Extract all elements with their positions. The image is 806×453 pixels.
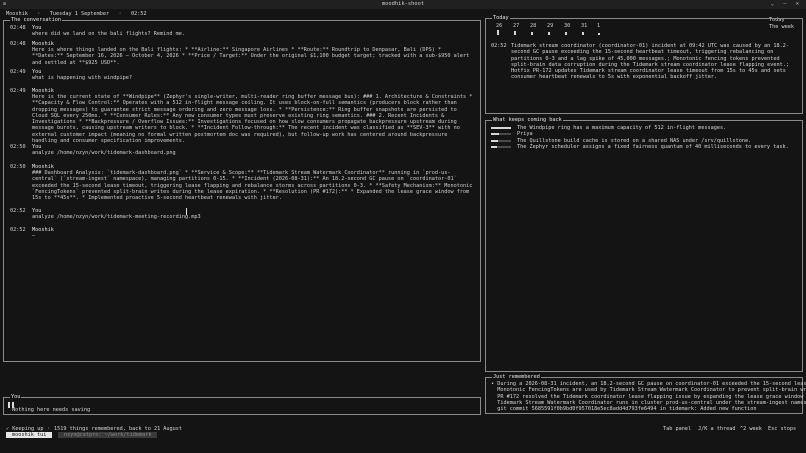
message-time: 02:49 xyxy=(10,88,26,94)
message-text: — xyxy=(32,233,36,239)
message-text: analyze /home/nzyn/work/tidemark-dashboa… xyxy=(32,150,176,156)
message-time: 02:48 xyxy=(10,25,26,31)
recurrence-bar xyxy=(491,127,511,129)
input-caret xyxy=(8,402,10,408)
day-label: 27 xyxy=(513,23,520,29)
day-label: 1 xyxy=(597,23,601,29)
message-time: 02:50 xyxy=(10,144,26,150)
keeps-coming-title: What keeps coming back xyxy=(492,117,563,123)
keeps-coming-panel: What keeps coming back The Windpipe ring… xyxy=(485,117,803,372)
day-activity-bar xyxy=(531,32,533,35)
message-text: Here is where things landed on the Bali … xyxy=(32,47,473,66)
today-title: Today xyxy=(492,15,510,21)
recurring-memory[interactable]: The Windpipe ring has a maximum capacity… xyxy=(517,125,726,131)
day-activity-bar xyxy=(582,32,584,35)
just-remembered-title: Just remembered xyxy=(492,374,541,380)
today-entry-text: Tidemark stream coordinator (coordinator… xyxy=(511,43,789,81)
day-activity-bar xyxy=(548,32,550,35)
header-bar: Mooshik · Tuesday 1 September · 02:52 To… xyxy=(0,10,806,30)
today-entry-time: 02:52 xyxy=(491,43,507,49)
window-controls[interactable]: ⌄ – ✕ xyxy=(771,1,802,7)
conversation-title: The conversation xyxy=(10,17,62,23)
recurrence-bar xyxy=(491,133,499,136)
message-text: analyze /home/nzyn/work/tidemark-meeting… xyxy=(32,214,201,220)
tab-mooshik-tui[interactable]: mooshik tui xyxy=(6,432,53,439)
recurring-memory[interactable]: The Zephyr scheduler assigns a fixed fai… xyxy=(517,144,789,150)
just-remembered-panel: Just remembered • During a 2026-08-31 in… xyxy=(485,374,806,414)
window-titlebar: ≡ moodhik-shoot ⌄ – ✕ xyxy=(0,0,806,9)
message-text: where did we land on the bali flights? R… xyxy=(32,31,186,37)
save-status: Nothing here needs saving xyxy=(12,407,91,413)
message-text: what is happening with windpipe? xyxy=(32,75,132,81)
message-time: 02:49 xyxy=(10,69,26,75)
message-text: ### Dashboard Analysis: `tidemark-dashbo… xyxy=(32,170,476,202)
tab-shell[interactable]: nzyn@catpro: ~/work/tidemark xyxy=(58,432,158,439)
header-separator: · xyxy=(118,11,122,17)
message-time: 02:52 xyxy=(10,227,26,233)
input-title: You xyxy=(10,394,22,400)
recurrence-bar xyxy=(491,139,498,142)
day-activity-bar xyxy=(497,30,499,35)
message-time: 02:50 xyxy=(10,164,26,170)
day-label: 26 xyxy=(496,23,503,29)
day-activity-bar xyxy=(514,31,516,35)
message-text: Here is the current state of **Windpipe*… xyxy=(32,94,476,145)
day-label: 29 xyxy=(547,23,554,29)
header-time: 02:52 xyxy=(130,11,147,17)
remembered-item[interactable]: git commit 5685591f0b9bd0f957018e5ec8add… xyxy=(491,406,756,412)
recurrence-bar xyxy=(491,145,497,148)
day-activity-bar xyxy=(565,32,567,35)
window-title: moodhik-shoot xyxy=(381,1,425,7)
message-time: 02:48 xyxy=(10,41,26,47)
message-time: 02:52 xyxy=(10,208,26,214)
day-label: 28 xyxy=(530,23,537,29)
today-panel: Today 26 27 28 29 30 31 1 02:52 Tidemark strea… xyxy=(485,15,803,114)
text-cursor-icon xyxy=(186,208,187,215)
day-activity-bar xyxy=(598,33,600,35)
terminal-tabs: mooshik tui nzyn@catpro: ~/work/tidemark xyxy=(0,432,806,439)
conversation-panel: The conversation 02:48 You where did we la… xyxy=(3,17,481,362)
day-label: 31 xyxy=(581,23,588,29)
day-label: 30 xyxy=(564,23,571,29)
